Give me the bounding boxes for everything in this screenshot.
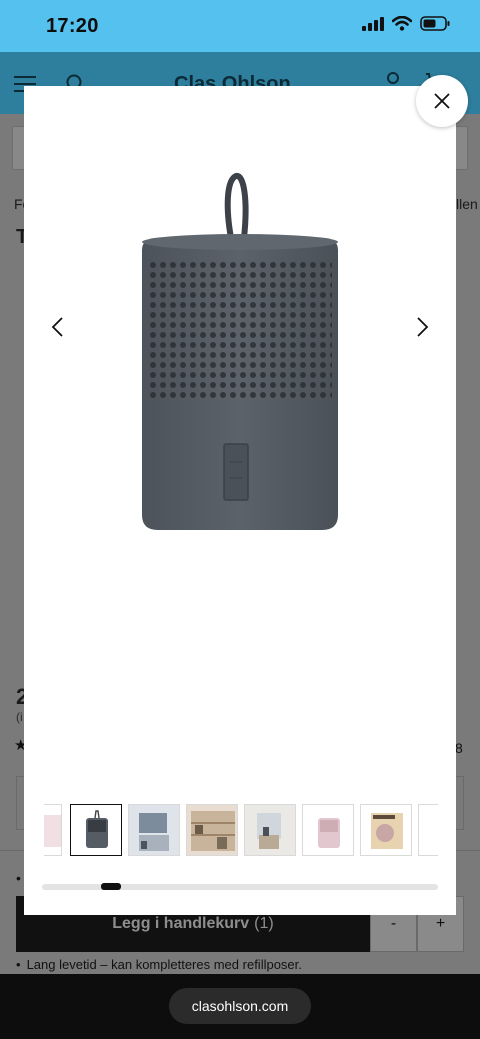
close-icon — [434, 93, 450, 109]
thumbnail-partial-end[interactable] — [418, 804, 438, 856]
signal-icon — [362, 16, 384, 31]
thumbnail-strip[interactable] — [44, 804, 438, 856]
add-to-cart-label: Legg i handlekurv — [112, 915, 250, 932]
feature-bullet-label: Lang levetid – kan kompletteres med refi… — [26, 957, 302, 972]
status-icons — [362, 16, 450, 31]
thumbnail-packaging[interactable] — [360, 804, 412, 856]
feature-bullet: • — [16, 870, 21, 886]
battery-icon — [420, 16, 450, 31]
add-to-cart-quantity: (1) — [254, 915, 274, 932]
breadcrumb-right[interactable]: llen — [456, 196, 478, 212]
chevron-right-icon — [417, 317, 429, 337]
thumbnail-product-grey[interactable] — [70, 804, 122, 856]
price-subtext: (i — [16, 710, 23, 724]
thumbnail-kitchen[interactable] — [128, 804, 180, 856]
bullet-dot: • — [16, 957, 21, 972]
previous-image-button[interactable] — [42, 312, 72, 342]
wifi-icon — [392, 16, 412, 31]
chevron-left-icon — [51, 317, 63, 337]
thumbnail-shelves[interactable] — [186, 804, 238, 856]
next-image-button[interactable] — [408, 312, 438, 342]
feature-bullet-text: • Lang levetid – kan kompletteres med ref… — [16, 957, 302, 972]
status-bar: 17:20 — [0, 0, 480, 52]
thumbnail-partial[interactable] — [44, 804, 62, 856]
thumbnail-product-pink[interactable] — [302, 804, 354, 856]
thumbnail-room[interactable] — [244, 804, 296, 856]
thumbnail-scrollbar-thumb[interactable] — [101, 883, 121, 890]
url-bar[interactable]: clasohlson.com — [169, 988, 311, 1024]
status-time: 17:20 — [46, 15, 99, 37]
dehumidifier-product-image — [142, 173, 338, 530]
close-button[interactable] — [416, 75, 468, 127]
review-count[interactable]: 8 — [455, 740, 463, 756]
